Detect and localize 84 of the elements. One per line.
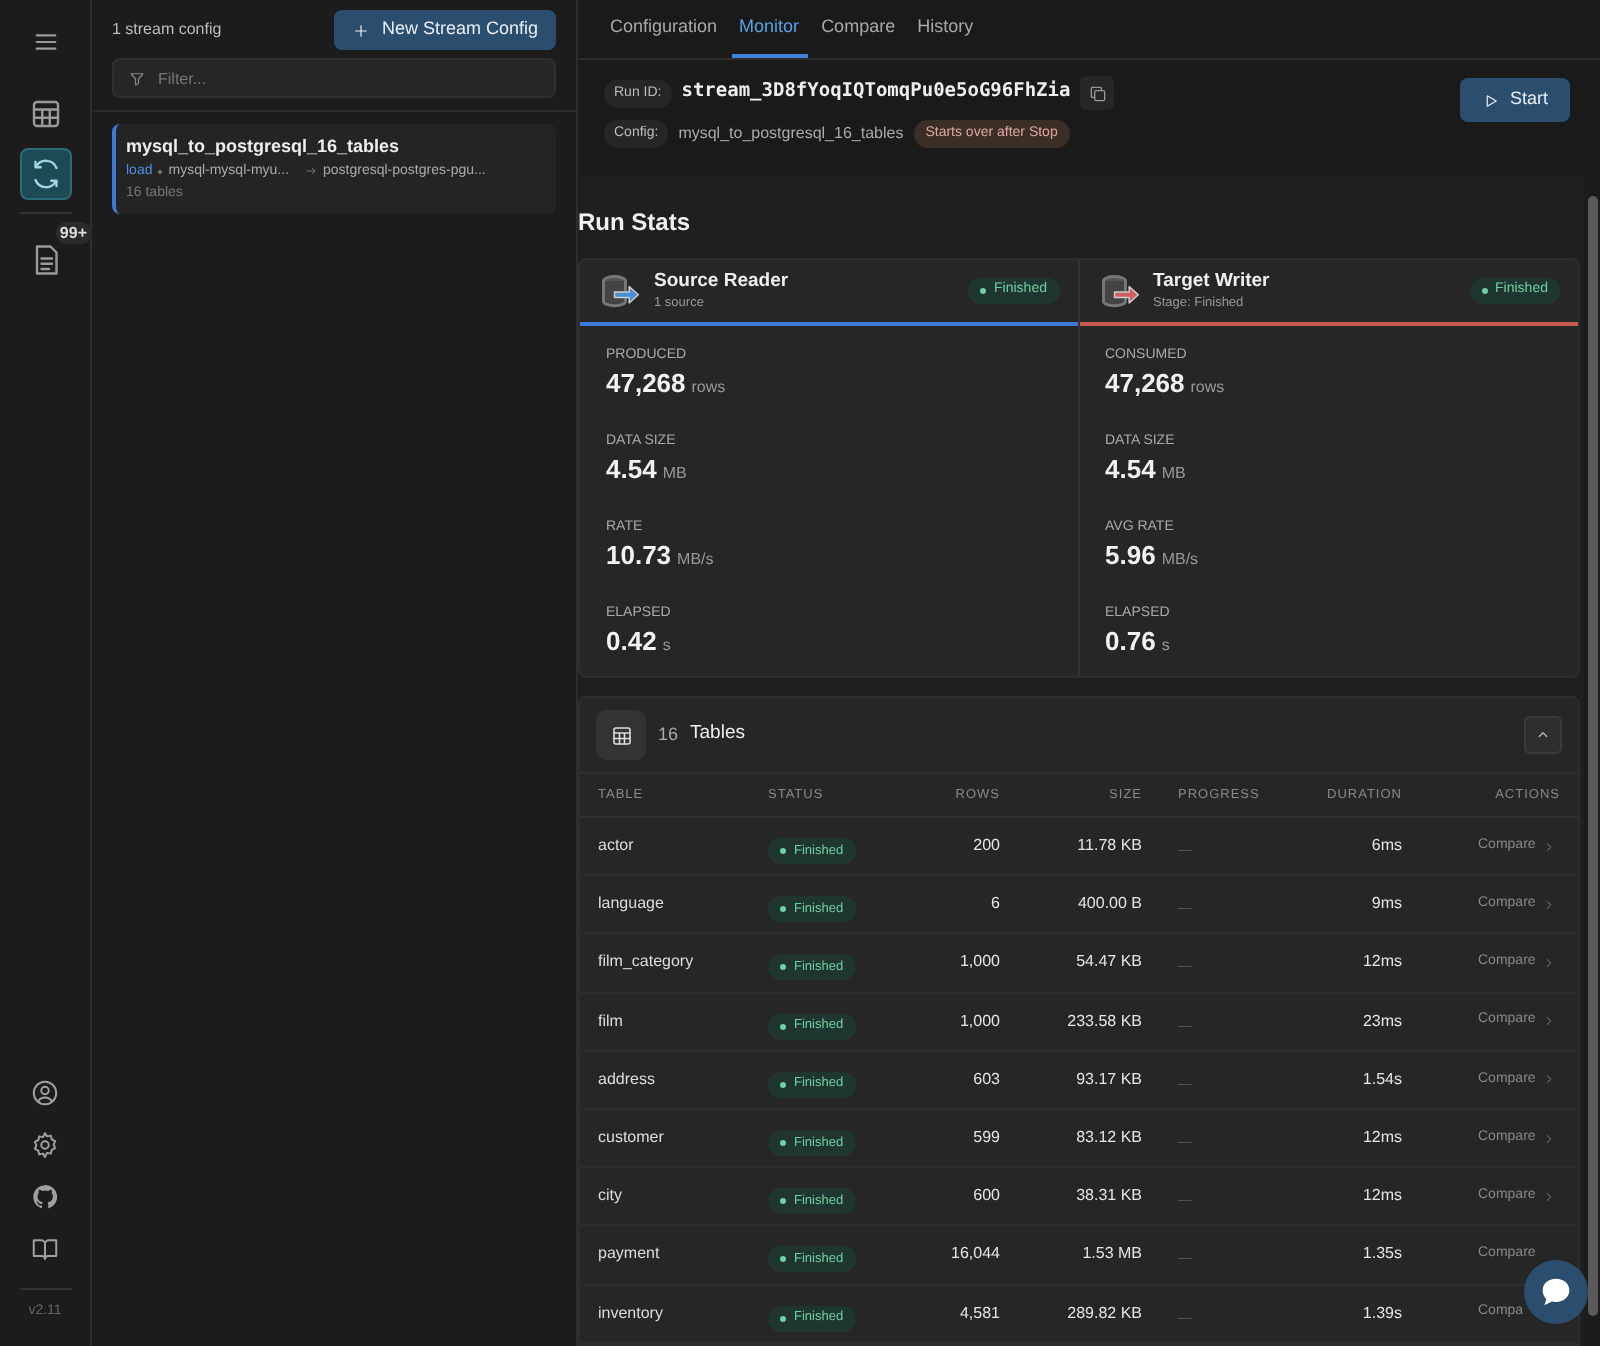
database-arrow-icon — [598, 269, 642, 313]
table-cell-text: 12ms — [1360, 1126, 1402, 1151]
github-icon — [30, 1182, 60, 1212]
metric-unit: rows — [691, 376, 726, 400]
table-cell-text: 12ms — [1360, 950, 1402, 975]
panel-title: Source Reader — [654, 270, 791, 294]
table-cell-text: 200 — [971, 834, 1000, 859]
table-name: city — [598, 1184, 624, 1209]
config-name: mysql_to_postgresql_16_tables — [678, 122, 904, 146]
table-cell-text: 6 — [989, 892, 1000, 917]
table-cell-text: 83.12 KB — [1074, 1126, 1142, 1151]
table-cell-text: 1,000 — [957, 950, 1000, 975]
table-cell-text: 9ms — [1369, 892, 1402, 917]
database-arrow-icon — [1097, 269, 1141, 313]
table-count: 16 — [658, 721, 679, 748]
section-title: Tables — [690, 720, 747, 749]
table-cell-text: 54.47 KB — [1074, 950, 1142, 975]
table-cell-text: 12ms — [1360, 1184, 1402, 1209]
table-name: payment — [598, 1242, 662, 1267]
section-title: Run Stats — [578, 206, 693, 240]
copy-icon — [1087, 83, 1108, 103]
metric-unit: rows — [1190, 376, 1225, 400]
panel-title: Target Writer — [1153, 270, 1272, 294]
metric-unit: MB — [1161, 462, 1186, 486]
tab[interactable]: Compare — [813, 2, 904, 58]
table-cell-text: 289.82 KB — [1065, 1301, 1142, 1326]
metric-unit: s — [662, 634, 671, 658]
user-icon — [30, 1078, 60, 1108]
table-cell-text: 93.17 KB — [1074, 1067, 1142, 1092]
table-icon — [27, 96, 63, 132]
table-name: actor — [598, 834, 636, 859]
metric-value: 47,268 — [606, 366, 686, 400]
table-name: address — [598, 1067, 657, 1092]
table-name: language — [598, 892, 666, 917]
metric-value: 4.54 — [1105, 452, 1156, 486]
table-cell-text: 400.00 B — [1075, 892, 1142, 917]
table-icon — [609, 723, 633, 747]
metric-unit: MB — [662, 462, 687, 486]
metric-unit: MB/s — [677, 548, 714, 572]
table-name: inventory — [598, 1301, 665, 1326]
metric-value: 0.42 — [606, 624, 657, 658]
nav-button[interactable] — [19, 148, 71, 200]
table-cell-text: 1.54s — [1360, 1067, 1402, 1092]
play-icon — [1481, 91, 1500, 109]
table-cell-text: 1,000 — [957, 1009, 1000, 1034]
plus-icon — [351, 21, 370, 39]
table-cell-text: 4,581 — [957, 1301, 1000, 1326]
metric-value: 47,268 — [1105, 366, 1185, 400]
start-button[interactable]: Start — [1459, 78, 1570, 122]
config-count: 1 stream config — [112, 18, 222, 42]
table-cell-text: 6ms — [1369, 834, 1402, 859]
metric-value: 0.76 — [1105, 624, 1156, 658]
table-cell-text: 233.58 KB — [1065, 1009, 1142, 1034]
table-cell-text: 11.78 KB — [1075, 834, 1142, 859]
arrow-icon — [303, 164, 318, 178]
table-cell-text: 16,044 — [949, 1242, 1000, 1267]
table-name: film_category — [598, 950, 696, 975]
table-name: film — [598, 1009, 625, 1034]
new-stream-config-button[interactable]: New Stream Config — [333, 10, 556, 50]
table-cell-text: 1.53 MB — [1080, 1242, 1142, 1267]
filter-icon — [128, 69, 146, 87]
table-name: customer — [598, 1126, 666, 1151]
book-icon — [30, 1234, 60, 1264]
table-cell-text: 599 — [971, 1126, 1000, 1151]
copy-button[interactable] — [1080, 76, 1115, 110]
count-badge: 99+ — [55, 222, 91, 244]
metric-unit: s — [1161, 634, 1170, 658]
metric-value: 10.73 — [606, 538, 672, 572]
tab[interactable]: History — [909, 2, 982, 58]
settings-icon — [30, 1130, 60, 1160]
metric-value: 5.96 — [1105, 538, 1156, 572]
table-cell-text: 1.35s — [1360, 1242, 1402, 1267]
tab[interactable]: Monitor — [731, 2, 808, 58]
filter-field[interactable]: Filter... — [112, 58, 556, 98]
table-cell-text: 600 — [971, 1184, 1000, 1209]
table-cell-text: 603 — [971, 1067, 1000, 1092]
table-cell-text: 23ms — [1360, 1009, 1402, 1034]
run-id: stream_3D8fYoqIQTomqPu0e5oG96FhZia — [681, 78, 1071, 107]
metric-unit: MB/s — [1161, 548, 1199, 572]
table-cell-text: 1.39s — [1360, 1301, 1402, 1326]
tab[interactable]: Configuration — [602, 2, 726, 58]
metric-value: 4.54 — [606, 452, 657, 486]
config-name: mysql_to_postgresql_16_tables — [126, 134, 402, 158]
table-cell-text: 38.31 KB — [1074, 1184, 1142, 1209]
